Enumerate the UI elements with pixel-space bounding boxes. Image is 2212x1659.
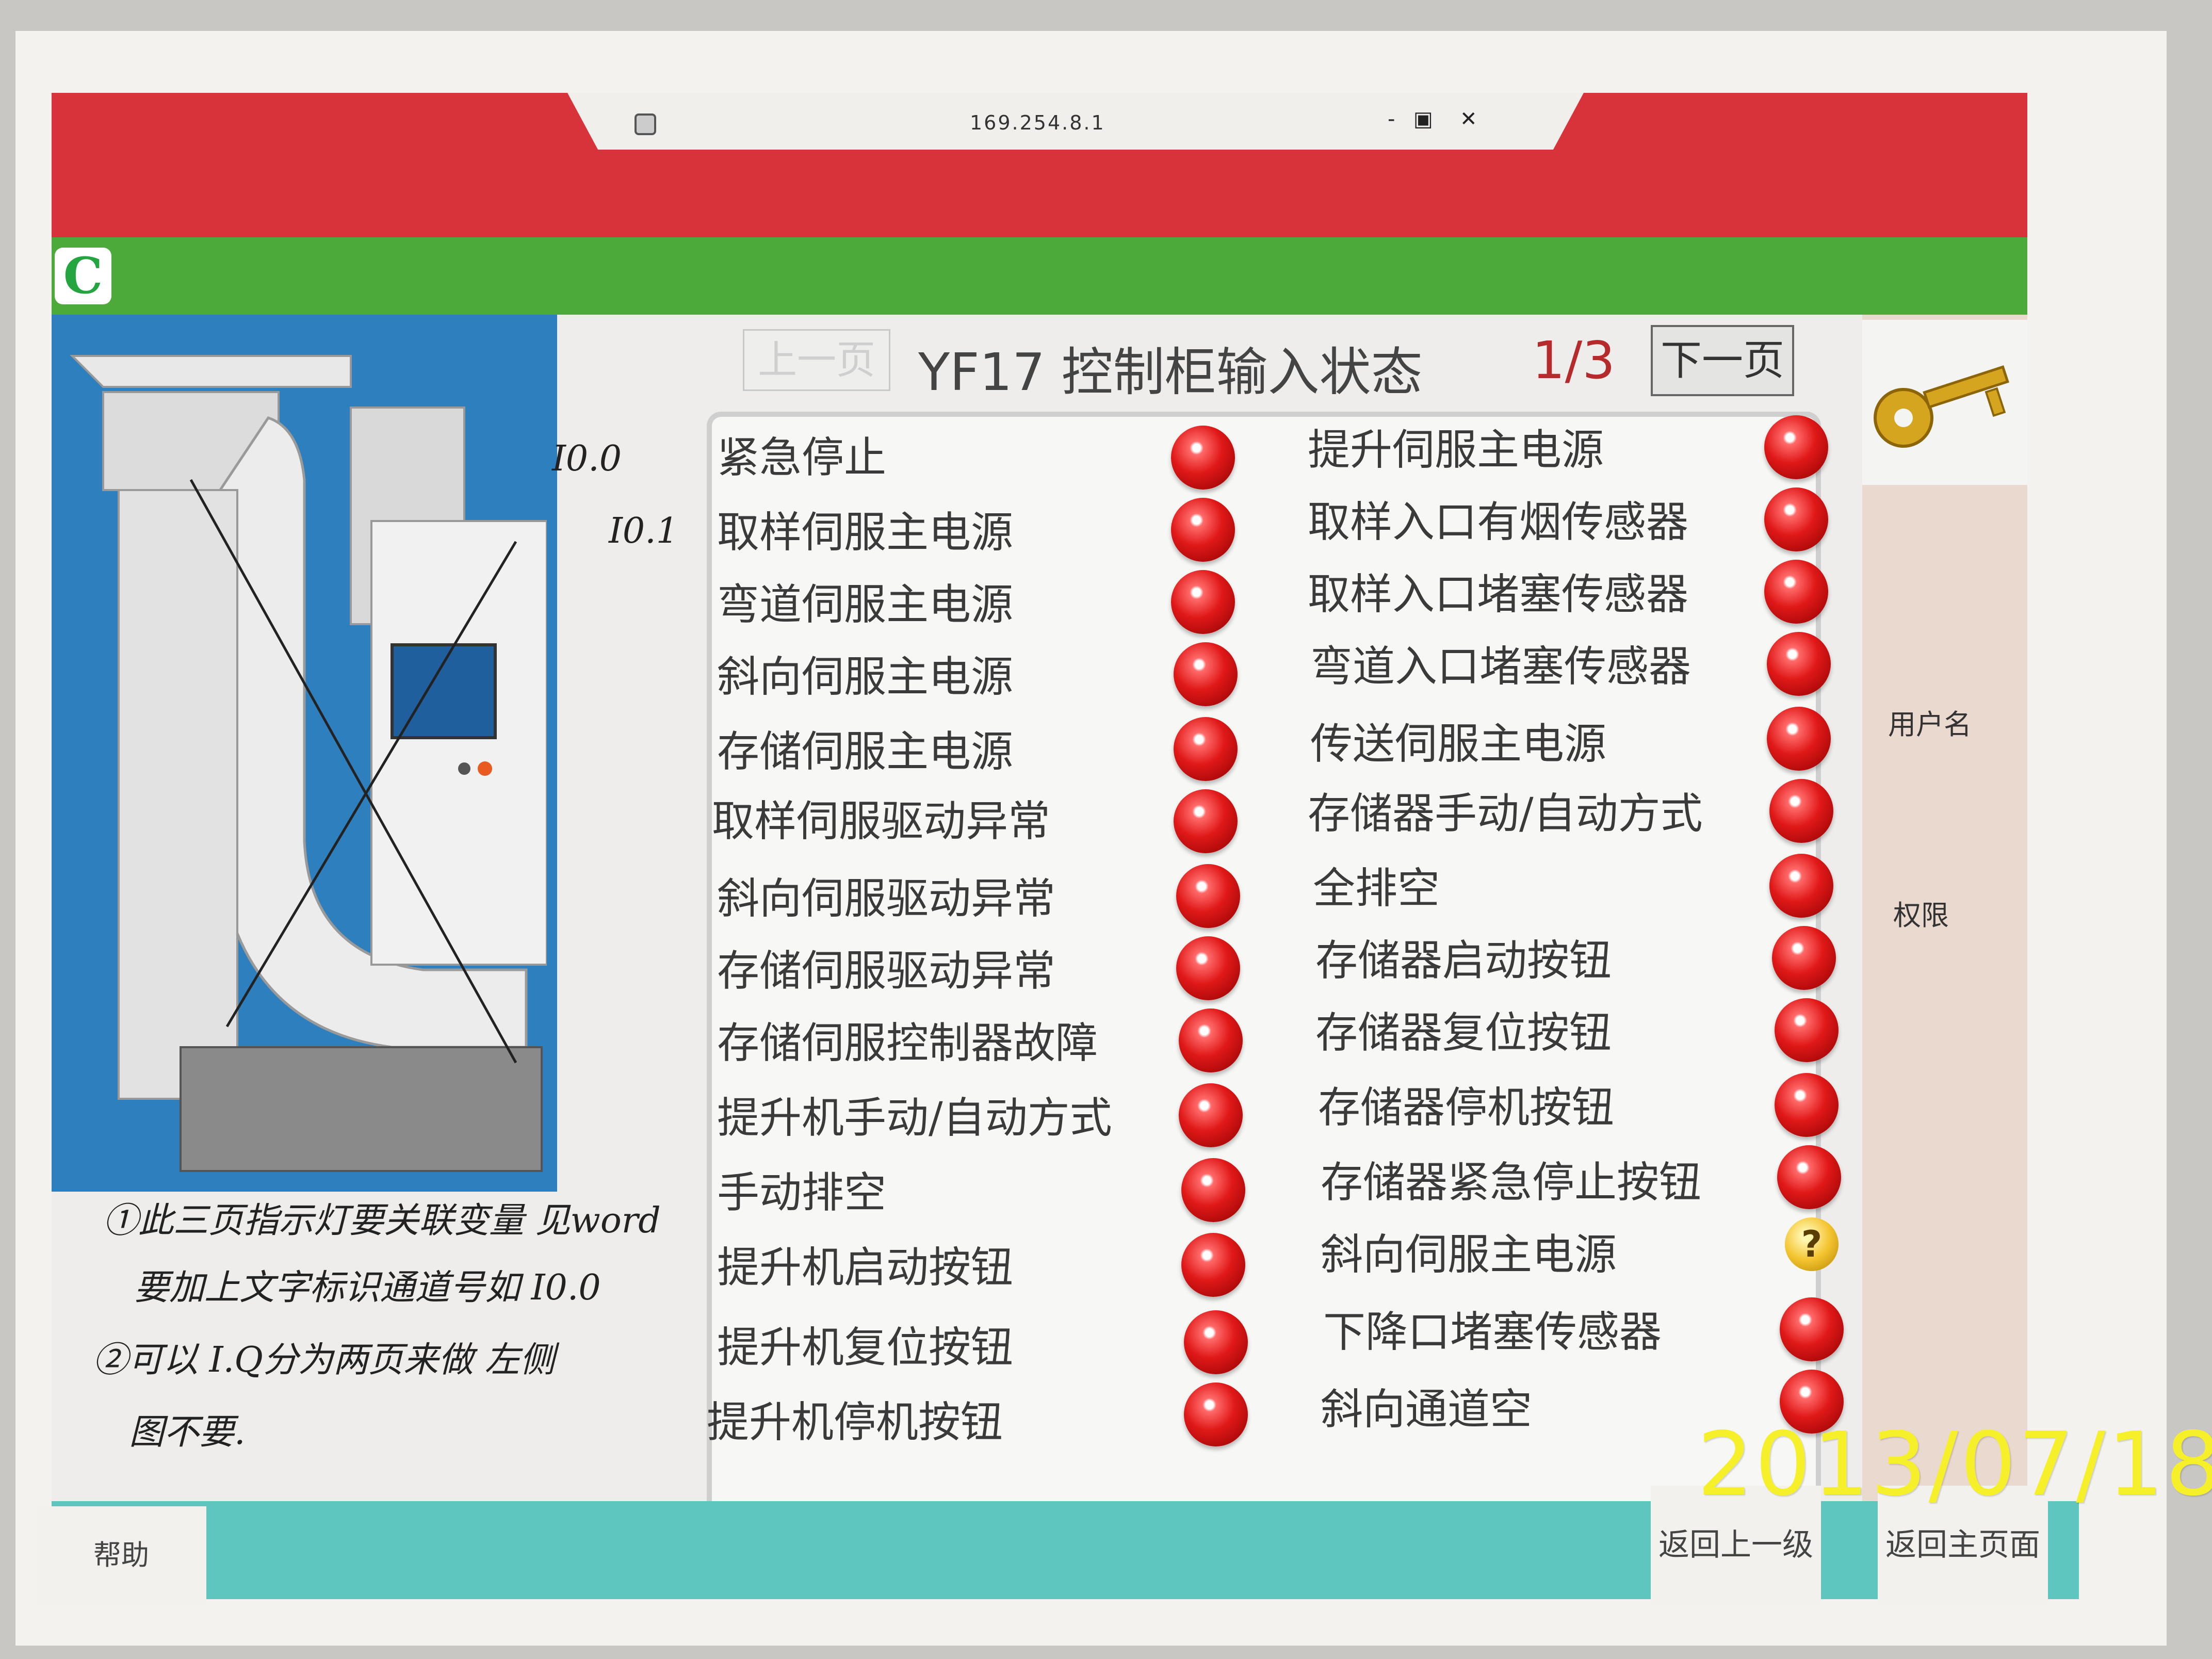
- status-led: [1181, 1158, 1245, 1222]
- input-label: 存储器启动按钮: [1315, 936, 1612, 985]
- input-label: 取样伺服主电源: [717, 508, 1014, 557]
- status-led: [1171, 570, 1235, 634]
- input-label: 紧急停止: [717, 433, 887, 482]
- minimize-icon[interactable]: -: [1388, 107, 1395, 131]
- status-led: [1179, 1009, 1243, 1072]
- status-led: [1780, 1297, 1844, 1361]
- input-label: 取样入口有烟传感器: [1308, 498, 1689, 547]
- input-label: 弯道伺服主电源: [717, 580, 1014, 629]
- handwritten-note: I0.1: [609, 511, 679, 551]
- status-green-bar: [52, 237, 2027, 315]
- status-led: [1764, 487, 1828, 551]
- status-led: [1171, 498, 1235, 562]
- input-label: 存储器停机按钮: [1318, 1083, 1615, 1132]
- input-label: 存储器紧急停止按钮: [1321, 1158, 1702, 1207]
- login-key-button[interactable]: [1862, 320, 2027, 485]
- help-button[interactable]: 帮助: [36, 1506, 206, 1604]
- status-led: [1179, 1083, 1243, 1147]
- status-led: [1767, 632, 1831, 696]
- status-led: [1769, 779, 1833, 843]
- input-label: 存储器复位按钮: [1315, 1009, 1612, 1058]
- photo-date-stamp: 2013/07/18: [1697, 1413, 2212, 1516]
- status-led: [1174, 789, 1238, 853]
- window-address: 169.254.8.1: [970, 111, 1105, 134]
- input-label: 存储器手动/自动方式: [1308, 789, 1703, 838]
- next-page-button[interactable]: 下一页: [1651, 325, 1794, 396]
- username-label: 用户名: [1888, 708, 1972, 741]
- input-label: 存储伺服驱动异常: [717, 947, 1056, 996]
- status-led: [1176, 936, 1240, 1000]
- status-led: [1174, 717, 1238, 781]
- status-led: [1171, 426, 1235, 490]
- status-led: [1764, 560, 1828, 624]
- input-label: 斜向伺服主电源: [1321, 1230, 1617, 1279]
- handwritten-note: 图不要.: [129, 1412, 246, 1453]
- input-label: 提升机停机按钮: [707, 1398, 1003, 1447]
- input-label: 手动排空: [717, 1168, 887, 1217]
- input-label: 提升机复位按钮: [717, 1323, 1014, 1372]
- input-label: 斜向通道空: [1321, 1385, 1533, 1434]
- input-label: 提升机手动/自动方式: [717, 1094, 1112, 1143]
- input-label: 全排空: [1313, 864, 1440, 913]
- input-label: 取样伺服驱动异常: [712, 797, 1051, 846]
- input-label: 提升机启动按钮: [717, 1243, 1014, 1292]
- app-icon: [635, 113, 656, 135]
- unknown-status-icon: ?: [1785, 1217, 1839, 1271]
- permission-label: 权限: [1893, 899, 1949, 932]
- handwritten-note: I0.0: [552, 438, 622, 479]
- handwritten-note: 要加上文字标识通道号如 I0.0: [134, 1267, 601, 1308]
- machine-illustration: [62, 325, 547, 1176]
- page-number: 1/3: [1532, 330, 1615, 391]
- input-label: 存储伺服主电源: [717, 727, 1014, 776]
- close-icon[interactable]: ✕: [1460, 107, 1477, 131]
- page-title: YF17 控制柜输入状态: [918, 342, 1423, 402]
- input-label: 取样入口堵塞传感器: [1308, 570, 1689, 619]
- input-label: 存储伺服控制器故障: [717, 1019, 1098, 1068]
- status-led: [1184, 1382, 1248, 1446]
- handwritten-note: ②可以 I.Q分为两页来做 左侧: [93, 1340, 555, 1380]
- input-label: 传送伺服主电源: [1310, 720, 1607, 769]
- status-led: [1184, 1310, 1248, 1374]
- input-label: 弯道入口堵塞传感器: [1310, 642, 1691, 691]
- handwritten-note: ①此三页指示灯要关联变量 见word: [103, 1200, 661, 1241]
- input-label: 下降口堵塞传感器: [1323, 1308, 1662, 1357]
- prev-page-button[interactable]: 上一页: [743, 329, 890, 391]
- company-logo: C: [55, 248, 111, 304]
- status-led: [1176, 864, 1240, 928]
- status-led: [1777, 1145, 1841, 1209]
- status-led: [1775, 998, 1839, 1062]
- status-led: [1767, 707, 1831, 771]
- status-led: [1775, 1073, 1839, 1137]
- input-label: 斜向伺服驱动异常: [717, 874, 1056, 923]
- input-label: 提升伺服主电源: [1308, 426, 1604, 475]
- status-led: [1769, 854, 1833, 918]
- status-led: [1772, 926, 1836, 990]
- input-label: 斜向伺服主电源: [717, 653, 1014, 702]
- restore-icon[interactable]: ▣: [1413, 107, 1433, 131]
- machine-image: [52, 315, 557, 1192]
- status-led: [1174, 642, 1238, 706]
- status-led: [1764, 415, 1828, 479]
- status-led: [1181, 1233, 1245, 1297]
- key-icon: [1874, 365, 2009, 448]
